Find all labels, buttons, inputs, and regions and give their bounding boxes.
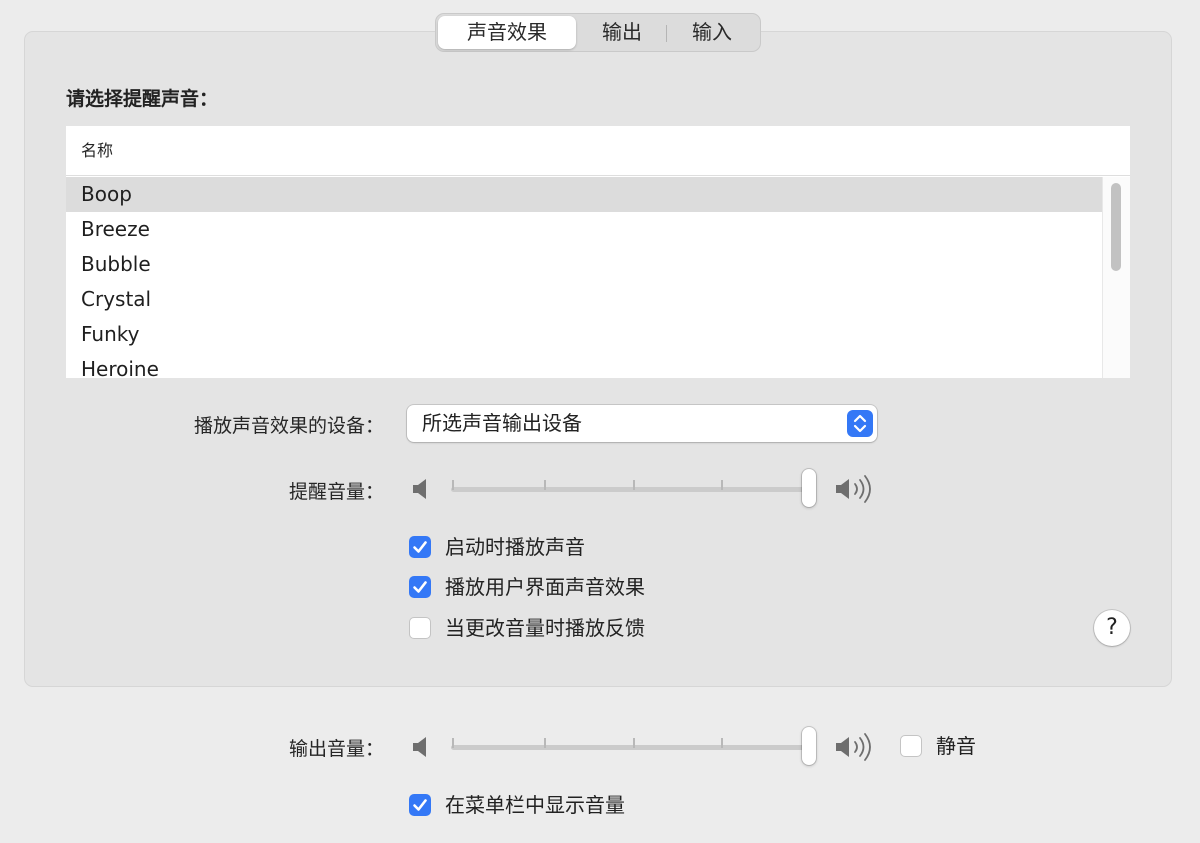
slider-tick — [544, 480, 546, 490]
device-select-value: 所选声音输出设备 — [422, 411, 582, 435]
startup-sound-label[interactable]: 启动时播放声音 — [445, 535, 585, 559]
slider-track — [451, 487, 811, 492]
device-select[interactable]: 所选声音输出设备 — [407, 405, 877, 442]
device-label: 播放声音效果的设备： — [193, 415, 384, 437]
alert-sound-rows: Boop Breeze Bubble Crystal Funky Heroine — [66, 177, 1102, 378]
output-volume-slider[interactable] — [410, 726, 890, 766]
slider-tick — [721, 480, 723, 490]
tab-bar: 声音效果 输出 输入 — [435, 13, 761, 52]
slider-tick — [633, 480, 635, 490]
output-volume-label: 输出音量： — [288, 738, 384, 760]
show-in-menubar-label[interactable]: 在菜单栏中显示音量 — [445, 793, 625, 817]
show-in-menubar-checkbox[interactable] — [409, 794, 431, 816]
slider-track — [451, 745, 811, 750]
checkmark-icon — [413, 581, 427, 593]
slider-tick — [452, 738, 454, 748]
alert-volume-label: 提醒音量： — [288, 481, 384, 503]
alert-volume-slider[interactable] — [410, 468, 890, 508]
alert-sound-list[interactable]: 名称 Boop Breeze Bubble Crystal Funky Hero… — [66, 126, 1130, 378]
volume-feedback-checkbox[interactable] — [409, 617, 431, 639]
mute-checkbox[interactable] — [900, 735, 922, 757]
slider-tick — [721, 738, 723, 748]
speaker-high-icon — [836, 475, 871, 503]
tab-input[interactable]: 输入 — [668, 16, 756, 49]
alert-sound-title: 请选择提醒声音： — [66, 88, 219, 110]
ui-sound-effects-checkbox[interactable] — [409, 576, 431, 598]
list-item[interactable]: Boop — [66, 177, 1102, 212]
tab-output[interactable]: 输出 — [580, 16, 664, 49]
checkmark-icon — [413, 541, 427, 553]
checkmark-icon — [413, 799, 427, 811]
ui-sound-effects-label[interactable]: 播放用户界面声音效果 — [445, 575, 645, 599]
speaker-low-icon — [413, 479, 426, 499]
list-item[interactable]: Funky — [66, 317, 1102, 352]
slider-knob[interactable] — [802, 727, 816, 765]
help-button[interactable]: ? — [1094, 610, 1130, 646]
slider-tick — [544, 738, 546, 748]
speaker-high-icon — [836, 733, 871, 761]
list-item[interactable]: Bubble — [66, 247, 1102, 282]
scrollbar-thumb[interactable] — [1111, 183, 1121, 271]
list-item[interactable]: Breeze — [66, 212, 1102, 247]
tab-separator — [666, 25, 667, 42]
column-header-name[interactable]: 名称 — [66, 126, 1130, 176]
tab-sound-effects[interactable]: 声音效果 — [438, 16, 576, 49]
list-item[interactable]: Crystal — [66, 282, 1102, 317]
slider-tick — [633, 738, 635, 748]
slider-tick — [452, 480, 454, 490]
volume-feedback-label[interactable]: 当更改音量时播放反馈 — [445, 616, 645, 640]
speaker-low-icon — [413, 737, 426, 757]
list-scrollbar[interactable] — [1102, 177, 1130, 378]
mute-label[interactable]: 静音 — [936, 734, 976, 758]
slider-knob[interactable] — [802, 469, 816, 507]
list-item[interactable]: Heroine — [66, 352, 1102, 378]
startup-sound-checkbox[interactable] — [409, 536, 431, 558]
chevron-up-down-icon — [847, 410, 873, 437]
